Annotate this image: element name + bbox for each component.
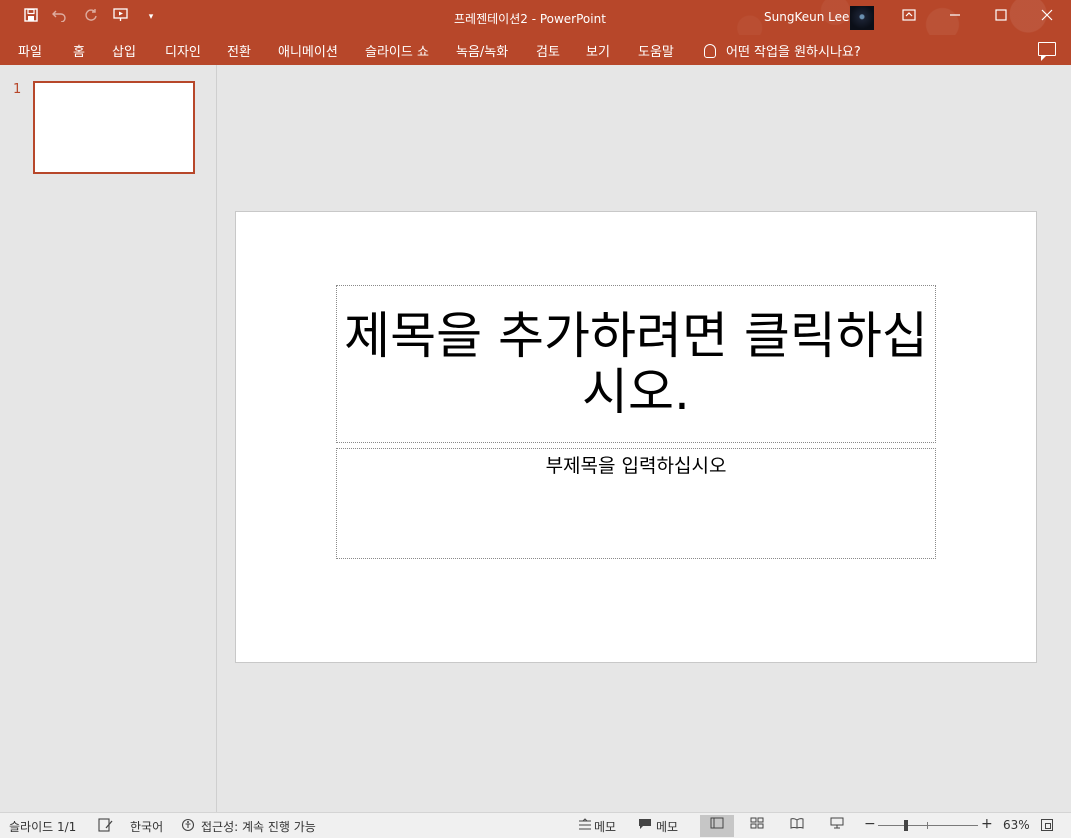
subtitle-placeholder[interactable]: 부제목을 입력하십시오 xyxy=(336,448,936,559)
comments-button[interactable]: 메모 xyxy=(656,818,678,835)
zoom-in-button[interactable]: + xyxy=(981,816,993,832)
slide-show-view-icon[interactable] xyxy=(820,815,854,837)
comment-icon[interactable] xyxy=(638,818,652,834)
tab-recording[interactable]: 녹음/녹화 xyxy=(456,41,508,60)
slide-canvas[interactable]: 제목을 추가하려면 클릭하십시오. 부제목을 입력하십시오 xyxy=(235,211,1037,663)
tab-animations[interactable]: 애니메이션 xyxy=(278,41,338,60)
tab-view[interactable]: 보기 xyxy=(586,41,610,60)
notes-icon[interactable] xyxy=(578,818,592,834)
chevron-down-icon[interactable]: ▾ xyxy=(140,8,162,26)
tell-me-label: 어떤 작업을 원하시나요? xyxy=(726,45,861,60)
ribbon-tabs: 파일 홈 삽입 디자인 전환 애니메이션 슬라이드 쇼 녹음/녹화 검토 보기 … xyxy=(0,35,1071,65)
accessibility-icon[interactable] xyxy=(181,818,197,836)
quick-access-toolbar: ▾ xyxy=(20,8,170,26)
lightbulb-icon xyxy=(704,44,716,58)
user-name[interactable]: SungKeun Lee xyxy=(764,10,849,24)
subtitle-placeholder-text: 부제목을 입력하십시오 xyxy=(545,455,727,477)
save-icon[interactable] xyxy=(20,8,42,26)
slide-editor: 제목을 추가하려면 클릭하십시오. 부제목을 입력하십시오 xyxy=(217,65,1071,812)
zoom-slider-track[interactable] xyxy=(878,825,978,826)
minimize-icon[interactable] xyxy=(944,6,966,28)
redo-icon[interactable] xyxy=(80,8,102,26)
spelling-check-icon[interactable] xyxy=(98,818,114,836)
start-from-beginning-icon[interactable] xyxy=(110,8,132,26)
tell-me-search[interactable]: 어떤 작업을 원하시나요? xyxy=(704,41,861,60)
slide-counter: 슬라이드 1/1 xyxy=(9,820,77,834)
undo-icon[interactable] xyxy=(50,8,72,26)
zoom-out-button[interactable]: − xyxy=(864,816,876,832)
slide-sorter-view-icon[interactable] xyxy=(740,815,774,837)
title-bar: ▾ 프레젠테이션2 - PowerPoint SungKeun Lee xyxy=(0,0,1071,35)
tab-insert[interactable]: 삽입 xyxy=(112,41,136,60)
title-placeholder-text: 제목을 추가하려면 클릭하십시오. xyxy=(344,307,928,421)
slide-thumbnail-pane: 1 xyxy=(0,65,217,812)
notes-button[interactable]: 메모 xyxy=(594,818,616,835)
normal-view-icon[interactable] xyxy=(700,815,734,837)
fit-to-window-icon[interactable] xyxy=(1041,819,1053,831)
zoom-slider-midpoint xyxy=(927,822,928,829)
ribbon-display-options-icon[interactable] xyxy=(898,6,920,28)
tab-design[interactable]: 디자인 xyxy=(165,41,201,60)
close-icon[interactable] xyxy=(1036,6,1058,28)
reading-view-icon[interactable] xyxy=(780,815,814,837)
accessibility-status[interactable]: 접근성: 계속 진행 가능 xyxy=(201,818,316,835)
language-status[interactable]: 한국어 xyxy=(130,818,163,835)
comments-icon[interactable] xyxy=(1038,42,1056,61)
slide-number: 1 xyxy=(13,82,22,97)
status-bar: 슬라이드 1/1 한국어 접근성: 계속 진행 가능 메모 메모 − + 63% xyxy=(0,812,1071,838)
tab-review[interactable]: 검토 xyxy=(536,41,560,60)
avatar[interactable] xyxy=(850,6,874,30)
window-title: 프레젠테이션2 - PowerPoint xyxy=(454,12,606,26)
tab-home[interactable]: 홈 xyxy=(73,41,85,60)
tab-file[interactable]: 파일 xyxy=(18,41,42,60)
zoom-level[interactable]: 63% xyxy=(1003,818,1030,832)
title-placeholder[interactable]: 제목을 추가하려면 클릭하십시오. xyxy=(336,285,936,443)
tab-slide-show[interactable]: 슬라이드 쇼 xyxy=(365,41,429,60)
zoom-slider-thumb[interactable] xyxy=(904,820,908,831)
slide-thumbnail[interactable] xyxy=(33,81,195,174)
maximize-icon[interactable] xyxy=(990,6,1012,28)
tab-help[interactable]: 도움말 xyxy=(638,41,674,60)
tab-transitions[interactable]: 전환 xyxy=(227,41,251,60)
